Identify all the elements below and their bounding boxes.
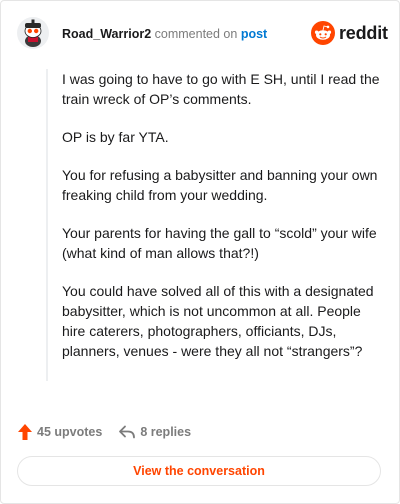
- comment-paragraph: You for refusing a babysitter and bannin…: [62, 167, 378, 203]
- snoo-avatar-icon: [17, 17, 49, 49]
- reply-count: 8 replies: [140, 425, 192, 439]
- reddit-logo[interactable]: reddit: [311, 20, 388, 46]
- reply-arrow-icon: [119, 425, 136, 439]
- comment-header: Road_Warrior2 commented on post: [62, 26, 267, 42]
- comment-card: Road_Warrior2 commented on post reddit I…: [0, 0, 400, 504]
- comment-paragraph: I was going to have to go with E SH, unt…: [62, 71, 380, 107]
- comment-paragraph: You could have solved all of this with a…: [62, 283, 374, 359]
- upvote-arrow-icon: [18, 424, 32, 440]
- comment-paragraph: OP is by far YTA.: [62, 129, 169, 145]
- comment-actions: 45 upvotes 8 replies: [17, 421, 191, 443]
- view-conversation-button[interactable]: View the conversation: [17, 456, 381, 486]
- avatar[interactable]: [17, 17, 49, 49]
- reddit-wordmark: reddit: [339, 22, 388, 43]
- comment-body: I was going to have to go with E SH, unt…: [46, 69, 387, 381]
- upvote-count: 45 upvotes: [37, 425, 103, 439]
- commented-on-text: commented on: [154, 27, 238, 41]
- comment-paragraph: Your parents for having the gall to “sco…: [62, 225, 377, 261]
- username[interactable]: Road_Warrior2: [62, 27, 151, 41]
- upvote-button[interactable]: 45 upvotes: [17, 423, 102, 441]
- reddit-snoo-icon: [311, 21, 335, 45]
- reply-button[interactable]: 8 replies: [118, 424, 191, 440]
- post-link[interactable]: post: [241, 27, 267, 41]
